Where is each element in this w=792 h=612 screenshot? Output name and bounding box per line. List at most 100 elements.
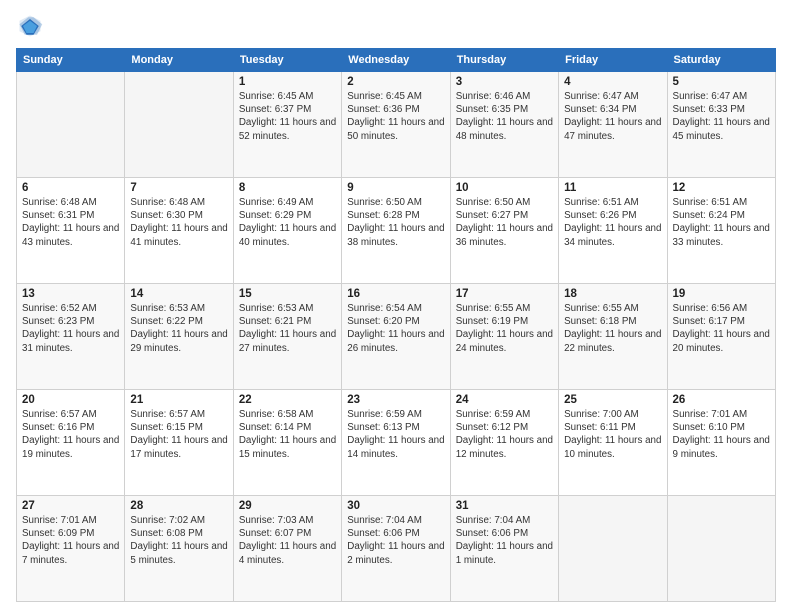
day-number: 31 — [456, 500, 553, 512]
day-cell: 23 Sunrise: 6:59 AM Sunset: 6:13 PM Dayli… — [342, 390, 450, 496]
day-info: Sunrise: 7:04 AM Sunset: 6:06 PM Dayligh… — [347, 514, 444, 567]
day-number: 30 — [347, 500, 444, 512]
day-cell: 31 Sunrise: 7:04 AM Sunset: 6:06 PM Dayli… — [450, 496, 558, 602]
header — [16, 12, 776, 40]
day-number: 5 — [673, 76, 770, 88]
day-info: Sunrise: 6:52 AM Sunset: 6:23 PM Dayligh… — [22, 302, 119, 355]
day-number: 21 — [130, 394, 227, 406]
day-cell: 7 Sunrise: 6:48 AM Sunset: 6:30 PM Daylig… — [125, 178, 233, 284]
day-number: 16 — [347, 288, 444, 300]
logo — [16, 12, 48, 40]
weekday-header-monday: Monday — [125, 49, 233, 72]
day-cell: 5Sunrise: 6:47 AM Sunset: 6:33 PM Daylig… — [667, 72, 775, 178]
day-number: 14 — [130, 288, 227, 300]
day-cell: 4 Sunrise: 6:47 AM Sunset: 6:34 PM Daylig… — [559, 72, 667, 178]
day-info: Sunrise: 7:02 AM Sunset: 6:08 PM Dayligh… — [130, 514, 227, 567]
day-number: 19 — [673, 288, 770, 300]
day-cell: 12Sunrise: 6:51 AM Sunset: 6:24 PM Dayli… — [667, 178, 775, 284]
day-number: 7 — [130, 182, 227, 194]
day-info: Sunrise: 6:47 AM Sunset: 6:34 PM Dayligh… — [564, 90, 661, 143]
day-info: Sunrise: 6:45 AM Sunset: 6:37 PM Dayligh… — [239, 90, 336, 143]
logo-icon — [16, 12, 44, 40]
day-info: Sunrise: 6:59 AM Sunset: 6:12 PM Dayligh… — [456, 408, 553, 461]
day-info: Sunrise: 6:51 AM Sunset: 6:26 PM Dayligh… — [564, 196, 661, 249]
day-info: Sunrise: 6:48 AM Sunset: 6:30 PM Dayligh… — [130, 196, 227, 249]
day-number: 18 — [564, 288, 661, 300]
day-cell: 26 Sunrise: 7:01 AM Sunset: 6:10 PM Dayli… — [667, 390, 775, 496]
day-cell: 25Sunrise: 7:00 AM Sunset: 6:11 PM Dayli… — [559, 390, 667, 496]
day-info: Sunrise: 6:48 AM Sunset: 6:31 PM Dayligh… — [22, 196, 119, 249]
day-number: 4 — [564, 76, 661, 88]
day-number: 17 — [456, 288, 553, 300]
day-info: Sunrise: 6:46 AM Sunset: 6:35 PM Dayligh… — [456, 90, 553, 143]
day-number: 6 — [22, 182, 119, 194]
day-cell: 3Sunrise: 6:46 AM Sunset: 6:35 PM Daylig… — [450, 72, 558, 178]
day-cell — [559, 496, 667, 602]
day-number: 29 — [239, 500, 336, 512]
day-cell: 16 Sunrise: 6:54 AM Sunset: 6:20 PM Dayli… — [342, 284, 450, 390]
day-number: 28 — [130, 500, 227, 512]
weekday-header-thursday: Thursday — [450, 49, 558, 72]
day-info: Sunrise: 6:55 AM Sunset: 6:18 PM Dayligh… — [564, 302, 661, 355]
week-row-5: 27 Sunrise: 7:01 AM Sunset: 6:09 PM Dayli… — [17, 496, 776, 602]
day-cell: 24Sunrise: 6:59 AM Sunset: 6:12 PM Dayli… — [450, 390, 558, 496]
day-cell: 17 Sunrise: 6:55 AM Sunset: 6:19 PM Dayli… — [450, 284, 558, 390]
day-number: 23 — [347, 394, 444, 406]
day-number: 11 — [564, 182, 661, 194]
day-cell: 14 Sunrise: 6:53 AM Sunset: 6:22 PM Dayli… — [125, 284, 233, 390]
day-cell: 30 Sunrise: 7:04 AM Sunset: 6:06 PM Dayli… — [342, 496, 450, 602]
day-number: 1 — [239, 76, 336, 88]
day-info: Sunrise: 6:50 AM Sunset: 6:28 PM Dayligh… — [347, 196, 444, 249]
day-cell: 22Sunrise: 6:58 AM Sunset: 6:14 PM Dayli… — [233, 390, 341, 496]
week-row-4: 20 Sunrise: 6:57 AM Sunset: 6:16 PM Dayli… — [17, 390, 776, 496]
week-row-1: 1 Sunrise: 6:45 AM Sunset: 6:37 PM Daylig… — [17, 72, 776, 178]
day-cell — [125, 72, 233, 178]
weekday-header-sunday: Sunday — [17, 49, 125, 72]
day-cell: 1 Sunrise: 6:45 AM Sunset: 6:37 PM Daylig… — [233, 72, 341, 178]
day-cell: 19Sunrise: 6:56 AM Sunset: 6:17 PM Dayli… — [667, 284, 775, 390]
day-number: 26 — [673, 394, 770, 406]
day-info: Sunrise: 6:59 AM Sunset: 6:13 PM Dayligh… — [347, 408, 444, 461]
day-number: 13 — [22, 288, 119, 300]
day-cell: 29 Sunrise: 7:03 AM Sunset: 6:07 PM Dayli… — [233, 496, 341, 602]
calendar-table: SundayMondayTuesdayWednesdayThursdayFrid… — [16, 48, 776, 602]
day-cell — [17, 72, 125, 178]
day-info: Sunrise: 6:53 AM Sunset: 6:21 PM Dayligh… — [239, 302, 336, 355]
day-number: 8 — [239, 182, 336, 194]
day-number: 10 — [456, 182, 553, 194]
day-number: 27 — [22, 500, 119, 512]
day-number: 2 — [347, 76, 444, 88]
week-row-2: 6 Sunrise: 6:48 AM Sunset: 6:31 PM Daylig… — [17, 178, 776, 284]
day-cell: 13 Sunrise: 6:52 AM Sunset: 6:23 PM Dayli… — [17, 284, 125, 390]
day-number: 9 — [347, 182, 444, 194]
day-info: Sunrise: 7:01 AM Sunset: 6:09 PM Dayligh… — [22, 514, 119, 567]
day-cell — [667, 496, 775, 602]
day-cell: 15Sunrise: 6:53 AM Sunset: 6:21 PM Dayli… — [233, 284, 341, 390]
day-cell: 11 Sunrise: 6:51 AM Sunset: 6:26 PM Dayli… — [559, 178, 667, 284]
day-cell: 28 Sunrise: 7:02 AM Sunset: 6:08 PM Dayli… — [125, 496, 233, 602]
weekday-header-saturday: Saturday — [667, 49, 775, 72]
day-cell: 2 Sunrise: 6:45 AM Sunset: 6:36 PM Daylig… — [342, 72, 450, 178]
day-info: Sunrise: 7:03 AM Sunset: 6:07 PM Dayligh… — [239, 514, 336, 567]
week-row-3: 13 Sunrise: 6:52 AM Sunset: 6:23 PM Dayli… — [17, 284, 776, 390]
day-cell: 10Sunrise: 6:50 AM Sunset: 6:27 PM Dayli… — [450, 178, 558, 284]
day-info: Sunrise: 7:04 AM Sunset: 6:06 PM Dayligh… — [456, 514, 553, 567]
page: SundayMondayTuesdayWednesdayThursdayFrid… — [0, 0, 792, 612]
day-info: Sunrise: 6:49 AM Sunset: 6:29 PM Dayligh… — [239, 196, 336, 249]
day-number: 20 — [22, 394, 119, 406]
day-info: Sunrise: 6:57 AM Sunset: 6:16 PM Dayligh… — [22, 408, 119, 461]
day-info: Sunrise: 6:53 AM Sunset: 6:22 PM Dayligh… — [130, 302, 227, 355]
weekday-header-wednesday: Wednesday — [342, 49, 450, 72]
day-info: Sunrise: 6:54 AM Sunset: 6:20 PM Dayligh… — [347, 302, 444, 355]
day-info: Sunrise: 6:57 AM Sunset: 6:15 PM Dayligh… — [130, 408, 227, 461]
day-cell: 18 Sunrise: 6:55 AM Sunset: 6:18 PM Dayli… — [559, 284, 667, 390]
day-cell: 27 Sunrise: 7:01 AM Sunset: 6:09 PM Dayli… — [17, 496, 125, 602]
day-info: Sunrise: 7:01 AM Sunset: 6:10 PM Dayligh… — [673, 408, 770, 461]
day-cell: 21 Sunrise: 6:57 AM Sunset: 6:15 PM Dayli… — [125, 390, 233, 496]
day-info: Sunrise: 6:55 AM Sunset: 6:19 PM Dayligh… — [456, 302, 553, 355]
day-info: Sunrise: 6:45 AM Sunset: 6:36 PM Dayligh… — [347, 90, 444, 143]
weekday-header-friday: Friday — [559, 49, 667, 72]
day-cell: 8 Sunrise: 6:49 AM Sunset: 6:29 PM Daylig… — [233, 178, 341, 284]
weekday-header-tuesday: Tuesday — [233, 49, 341, 72]
day-cell: 6 Sunrise: 6:48 AM Sunset: 6:31 PM Daylig… — [17, 178, 125, 284]
